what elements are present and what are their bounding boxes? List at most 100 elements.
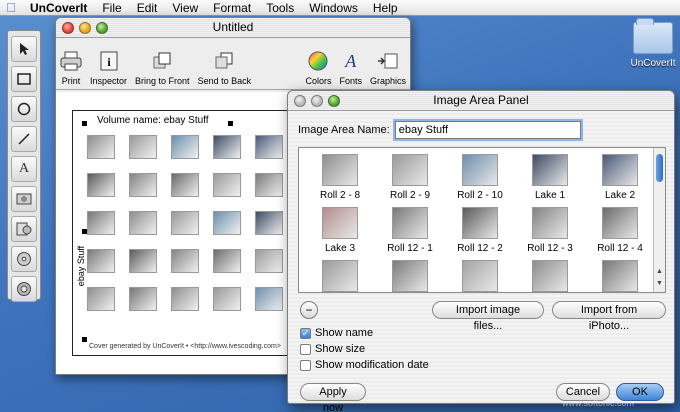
image-thumbnail [322,207,358,239]
remove-image-button[interactable]: − [300,301,318,319]
show-size-checkbox[interactable] [300,343,311,355]
gallery-image-item[interactable]: Roll 12 - 3 [515,207,585,256]
panel-titlebar[interactable]: Image Area Panel [288,91,674,111]
cover-thumbnail [213,287,243,321]
text-tool-icon[interactable]: A [11,156,37,182]
image-caption: Roll 2 - 9 [389,190,430,201]
checkmark-icon: ✓ [301,327,310,338]
cd-label-tool-icon[interactable] [11,276,37,302]
rectangle-tool-icon[interactable] [11,66,37,92]
menu-format[interactable]: Format [213,1,251,15]
send-to-back-button[interactable]: Send to Back [197,50,252,86]
zoom-button[interactable] [96,22,108,34]
cd-tool-icon[interactable] [11,246,37,272]
disc-image-tool-icon[interactable] [11,216,37,242]
menu-app-name[interactable]: UnCoverIt [30,1,87,15]
menu-file[interactable]: File [102,1,121,15]
show-modification-date-checkbox[interactable] [300,359,311,371]
gallery-image-item[interactable]: Roll 2 - 9 [375,154,445,203]
panel-zoom-button[interactable] [328,95,340,107]
menu-edit[interactable]: Edit [137,1,158,15]
image-thumbnail [602,207,638,239]
gallery-image-item[interactable]: Lake 2 [585,154,655,203]
line-tool-icon[interactable] [11,126,37,152]
apple-menu-icon[interactable]:  [6,0,20,15]
bring-to-front-label: Bring to Front [135,76,190,86]
image-caption: Lake 2 [604,190,636,201]
menu-help[interactable]: Help [373,1,398,15]
gallery-image-item[interactable] [375,260,445,292]
minimize-button[interactable] [79,22,91,34]
info-icon: i [98,50,120,72]
gallery-scrollbar[interactable]: ▲ ▼ [653,148,665,292]
arrow-tool-icon[interactable] [11,36,37,62]
menu-view[interactable]: View [172,1,198,15]
image-thumbnail [322,154,358,186]
panel-minimize-button[interactable] [311,95,323,107]
gallery-image-item[interactable]: Roll 12 - 4 [585,207,655,256]
apply-now-button[interactable]: Apply now [300,383,366,412]
oval-tool-icon[interactable] [11,96,37,122]
show-size-option[interactable]: Show size [300,343,365,355]
image-thumbnail [602,260,638,292]
gallery-image-item[interactable]: Lake 3 [305,207,375,256]
colors-button[interactable]: Colors [305,50,331,86]
gallery-image-item[interactable] [585,260,655,292]
image-caption: Lake 3 [324,243,356,254]
cover-thumbnail-image [255,173,283,197]
cover-thumbnail [213,211,243,245]
show-name-label: Show name [315,327,374,339]
cover-thumbnail [213,173,243,207]
selection-handle[interactable] [228,121,233,126]
cover-thumbnail-image [255,211,283,235]
cover-thumbnail [129,135,159,169]
cover-thumbnail [171,287,201,321]
image-gallery[interactable]: Roll 2 - 8 Roll 2 - 9 Roll 2 - 10 Lake 1 Lak… [298,147,666,293]
scroll-down-arrow-icon[interactable]: ▼ [656,280,663,287]
send-to-back-label: Send to Back [197,76,252,86]
gallery-image-item[interactable]: Roll 2 - 8 [305,154,375,203]
cover-thumbnail-image [129,135,157,159]
show-modification-date-option[interactable]: Show modification date [300,359,429,371]
gallery-image-item[interactable] [445,260,515,292]
gallery-scroll-thumb[interactable] [656,154,663,182]
graphics-label: Graphics [369,76,406,86]
panel-title: Image Area Panel [433,93,529,107]
gallery-image-item[interactable]: Lake 1 [515,154,585,203]
print-button[interactable]: Print [60,50,82,86]
gallery-image-item[interactable] [305,260,375,292]
show-name-option[interactable]: ✓ Show name [300,327,373,339]
bring-to-front-button[interactable]: Bring to Front [135,50,190,86]
fonts-icon: A [345,50,357,71]
gallery-image-item[interactable]: Roll 2 - 10 [445,154,515,203]
import-from-iphoto-button[interactable]: Import from iPhoto... [552,301,666,332]
scroll-up-arrow-icon[interactable]: ▲ [656,268,663,275]
gallery-image-item[interactable] [515,260,585,292]
graphics-button[interactable]: Graphics [370,50,406,86]
image-thumbnail [392,207,428,239]
gallery-image-item[interactable]: Roll 12 - 1 [375,207,445,256]
fonts-button[interactable]: A Fonts [339,50,362,87]
import-image-files-button[interactable]: Import image files... [432,301,544,332]
cover-thumbnail-image [213,173,241,197]
desktop-folder[interactable]: UnCoverIt [628,18,678,69]
image-area-tool-icon[interactable] [11,186,37,212]
image-area-name-label: Image Area Name: [298,124,390,136]
close-button[interactable] [62,22,74,34]
cover-thumbnail [255,211,285,245]
cover-thumbnail [171,211,201,245]
selection-handle[interactable] [82,337,87,342]
panel-close-button[interactable] [294,95,306,107]
minus-icon: − [305,303,313,317]
image-area-name-input[interactable] [394,121,581,139]
cover-thumbnail [213,249,243,283]
color-wheel-icon [307,50,329,72]
inspector-button[interactable]: i Inspector [90,50,127,86]
menu-windows[interactable]: Windows [309,1,358,15]
image-thumbnail [532,260,568,292]
document-titlebar[interactable]: Untitled [56,18,410,38]
selection-handle[interactable] [82,121,87,126]
menu-tools[interactable]: Tools [266,1,294,15]
show-name-checkbox[interactable]: ✓ [300,327,311,339]
gallery-image-item[interactable]: Roll 12 - 2 [445,207,515,256]
